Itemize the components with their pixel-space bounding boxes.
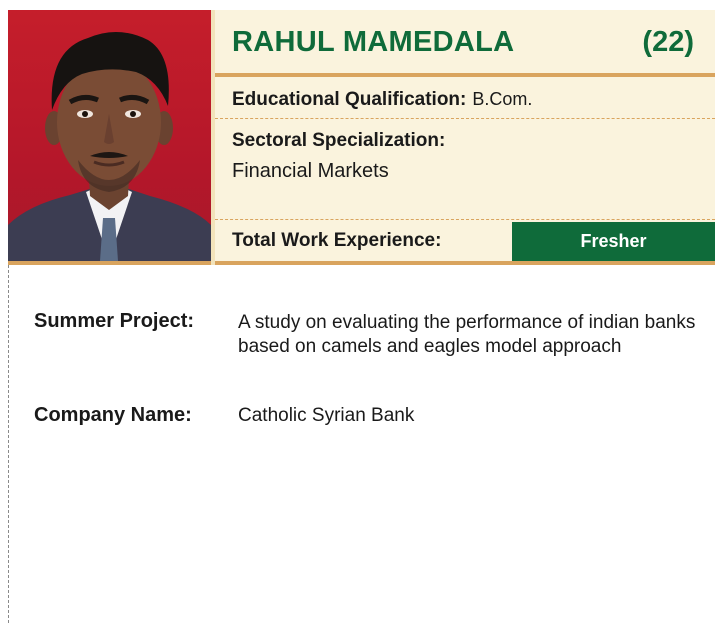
dashed-divider — [215, 118, 715, 119]
summer-project-value: A study on evaluating the performance of… — [238, 312, 696, 357]
experience-value: Fresher — [580, 231, 647, 251]
education-row: Educational Qualification: B.Com. — [232, 89, 532, 111]
sector-value: Financial Markets — [232, 160, 389, 182]
gold-divider — [215, 73, 715, 77]
student-name: RAHUL MAMEDALA — [232, 26, 515, 58]
photo-frame-edge — [211, 10, 215, 265]
company-label: Company Name: — [34, 404, 192, 426]
education-value: B.Com. — [472, 89, 533, 109]
company-value: Catholic Syrian Bank — [238, 405, 415, 426]
sector-label: Sectoral Specialization: — [232, 130, 446, 151]
profile-photo — [8, 10, 211, 261]
student-age: (22) — [642, 26, 694, 58]
experience-badge: Fresher — [512, 222, 715, 261]
summer-project-label: Summer Project: — [34, 310, 195, 332]
education-label: Educational Qualification: — [232, 89, 467, 110]
dashed-divider — [215, 219, 715, 220]
experience-label: Total Work Experience: — [232, 230, 442, 251]
name-row: RAHUL MAMEDALA (22) — [232, 26, 694, 66]
portrait-illustration — [8, 31, 211, 261]
margin-dash-line — [8, 225, 9, 623]
